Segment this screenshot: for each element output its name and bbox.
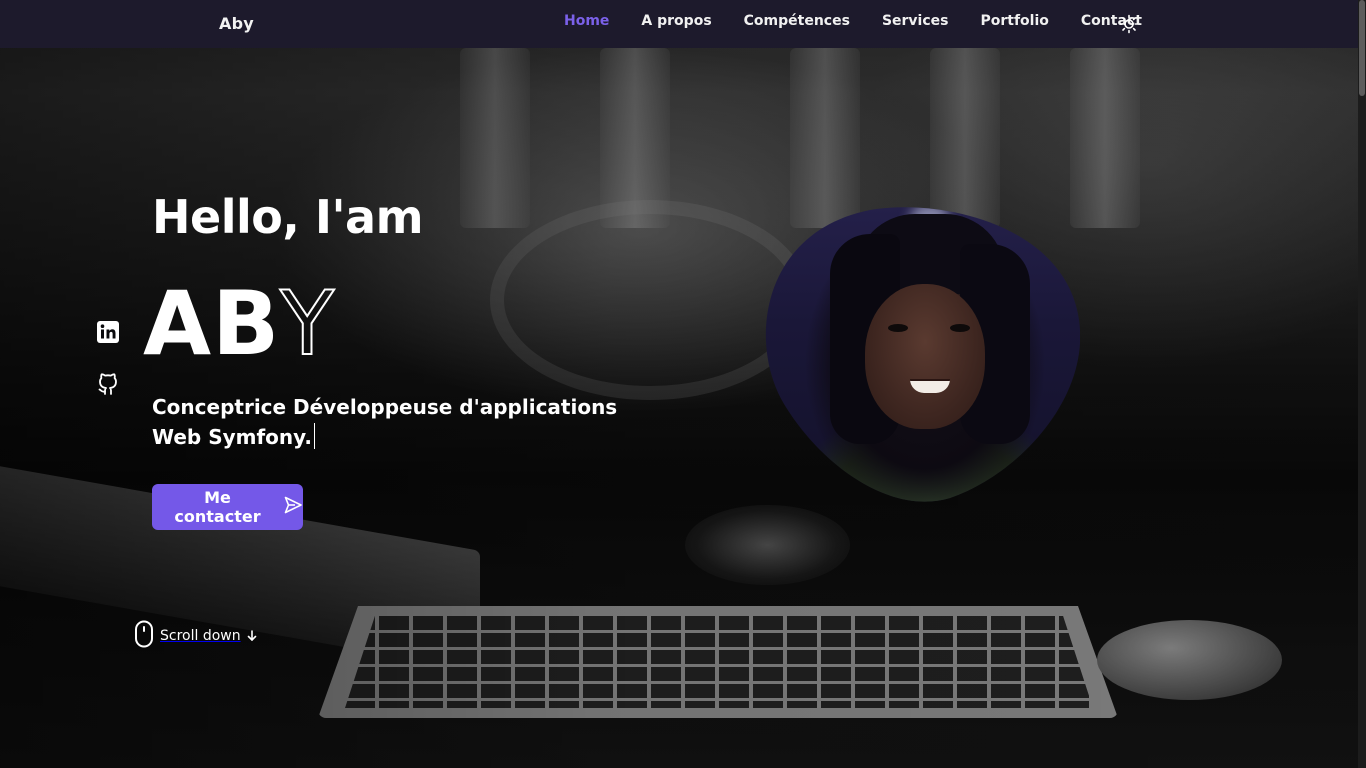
scroll-down-label: Scroll down [160, 628, 241, 644]
contact-button-label: Me contacter [174, 488, 261, 526]
linkedin-icon[interactable] [96, 320, 120, 344]
github-icon[interactable] [96, 370, 120, 396]
hero-name-solid: AB [143, 272, 281, 375]
site-logo[interactable]: Aby [219, 14, 254, 33]
main-nav: Home A propos Compétences Services Portf… [564, 13, 1174, 29]
hero-role: Conceptrice Développeuse d'applications … [152, 392, 652, 452]
photo-eye [888, 324, 908, 332]
nav-item-a-propos[interactable]: A propos [641, 13, 711, 29]
nav-item-competences[interactable]: Compétences [744, 13, 850, 29]
photo-eye [950, 324, 970, 332]
scroll-down-link[interactable]: Scroll down [134, 620, 257, 652]
nav-item-portfolio[interactable]: Portfolio [980, 13, 1048, 29]
hero-name-outline: Y [279, 272, 335, 375]
hero-background-image [0, 0, 1358, 768]
hero-greeting: Hello, I'am [152, 190, 424, 244]
sun-icon[interactable] [1119, 14, 1139, 34]
top-navbar: Aby Home A propos Compétences Services P… [0, 0, 1358, 48]
nav-item-services[interactable]: Services [882, 13, 949, 29]
nav-item-home[interactable]: Home [564, 13, 609, 29]
page-scrollbar[interactable] [1358, 0, 1366, 768]
contact-button[interactable]: Me contacter [152, 484, 303, 530]
send-icon [283, 495, 303, 519]
arrow-down-icon [247, 627, 257, 646]
mouse-icon [134, 620, 154, 652]
typing-caret [313, 423, 315, 449]
hero-role-text: Conceptrice Développeuse d'applications … [152, 395, 618, 449]
photo-face [865, 284, 985, 429]
background-overlay [0, 0, 1358, 768]
scrollbar-thumb[interactable] [1359, 0, 1365, 96]
hero-name: ABY [143, 275, 335, 373]
